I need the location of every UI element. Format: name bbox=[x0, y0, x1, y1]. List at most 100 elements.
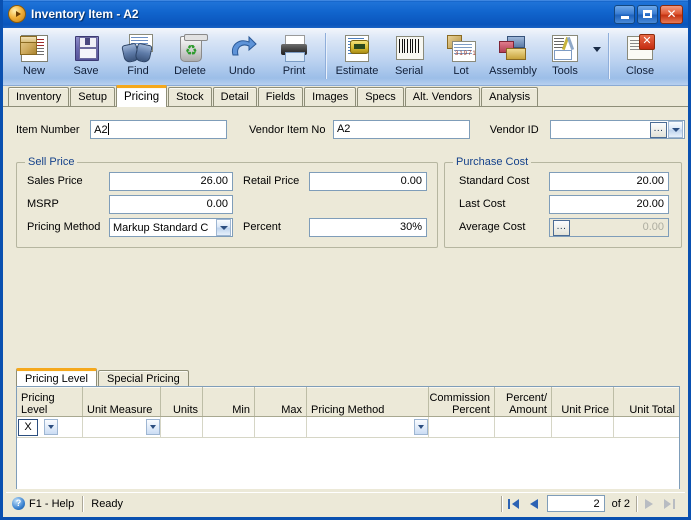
average-cost-lookup-button[interactable]: ... bbox=[553, 219, 570, 236]
cell-pricing-method[interactable] bbox=[307, 417, 429, 437]
toolbar-button-print[interactable]: Print bbox=[268, 31, 320, 84]
toolbar-button-save[interactable]: Save bbox=[60, 31, 112, 84]
record-number-input[interactable]: 2 bbox=[546, 495, 605, 512]
record-total: 2 bbox=[623, 497, 630, 510]
grid-header-commission-percent[interactable]: Commission Percent bbox=[429, 387, 495, 416]
tab-fields[interactable]: Fields bbox=[257, 87, 304, 106]
last-cost-input[interactable]: 20.00 bbox=[549, 195, 669, 214]
grid-header-min[interactable]: Min bbox=[203, 387, 255, 416]
tab-pricing[interactable]: Pricing bbox=[116, 85, 168, 107]
window-title-separator: - bbox=[113, 7, 124, 21]
maximize-button[interactable] bbox=[637, 4, 658, 24]
grid-header-commission-line1: Commission bbox=[429, 392, 490, 404]
row-pricing-method-dropdown-arrow-icon[interactable] bbox=[414, 419, 428, 435]
vendor-id-dropdown-arrow-icon[interactable] bbox=[668, 121, 684, 138]
tab-specs[interactable]: Specs bbox=[357, 87, 404, 106]
status-divider-3 bbox=[636, 495, 637, 512]
tab-stock[interactable]: Stock bbox=[168, 87, 212, 106]
help-label: F1 - Help bbox=[29, 497, 75, 510]
toolbar-button-lot[interactable]: 31971 Lot bbox=[435, 31, 487, 84]
main-toolbar: New Save Find ♻ Delete Undo Print Estima… bbox=[3, 28, 688, 86]
title-bar: Inventory Item - A2 ✕ bbox=[3, 0, 688, 28]
pricing-method-dropdown-arrow-icon[interactable] bbox=[216, 219, 231, 236]
close-window-button[interactable]: ✕ bbox=[660, 4, 683, 24]
toolbar-button-delete[interactable]: ♻ Delete bbox=[164, 31, 216, 84]
unit-measure-dropdown-arrow-icon[interactable] bbox=[146, 419, 160, 435]
cell-min[interactable] bbox=[203, 417, 255, 437]
vendor-id-lookup-button[interactable]: ... bbox=[650, 121, 668, 138]
grid-header-max[interactable]: Max bbox=[255, 387, 307, 416]
cell-max[interactable] bbox=[255, 417, 307, 437]
sell-price-caption: Sell Price bbox=[25, 156, 78, 168]
average-cost-label: Average Cost bbox=[459, 221, 526, 233]
pricing-method-combo[interactable]: Markup Standard C bbox=[109, 218, 233, 237]
toolbar-button-serial[interactable]: Serial bbox=[383, 31, 435, 84]
msrp-label: MSRP bbox=[27, 198, 59, 210]
last-cost-label: Last Cost bbox=[459, 198, 506, 210]
pricing-level-selected-value[interactable]: X bbox=[18, 418, 38, 436]
toolbar-button-undo[interactable]: Undo bbox=[216, 31, 268, 84]
cell-units[interactable] bbox=[161, 417, 203, 437]
toolbar-button-new[interactable]: New bbox=[8, 31, 60, 84]
grid-header-units[interactable]: Units bbox=[161, 387, 203, 416]
sub-tab-pricing-level[interactable]: Pricing Level bbox=[16, 368, 97, 388]
window-title-main: Inventory Item bbox=[31, 7, 114, 21]
grid-header-pricing-level[interactable]: Pricing Level bbox=[17, 387, 83, 416]
text-caret bbox=[107, 123, 109, 135]
grid-header-row: Pricing Level Unit Measure Units Min Max… bbox=[17, 387, 679, 417]
grid-header-min-label: Min bbox=[232, 404, 250, 416]
grid-header-units-label: Units bbox=[172, 404, 198, 416]
vendor-item-no-input[interactable]: A2 bbox=[332, 120, 470, 139]
purchase-cost-group: Purchase Cost Standard Cost 20.00 Last C… bbox=[444, 156, 682, 248]
vendor-id-combo[interactable]: ... bbox=[550, 120, 685, 139]
cell-unit-measure[interactable] bbox=[83, 417, 161, 437]
tab-detail[interactable]: Detail bbox=[212, 87, 257, 106]
pricing-level-grid[interactable]: Pricing Level Unit Measure Units Min Max… bbox=[16, 386, 680, 489]
grid-header-unit-total-label: Unit Total bbox=[629, 404, 675, 416]
retail-price-input[interactable]: 0.00 bbox=[309, 172, 427, 191]
toolbar-label-estimate: Estimate bbox=[335, 65, 379, 77]
vendor-item-no-label: Vendor Item No bbox=[249, 123, 326, 136]
tools-wrench-icon bbox=[550, 31, 580, 64]
cell-commission-percent[interactable] bbox=[429, 417, 495, 437]
msrp-input[interactable]: 0.00 bbox=[109, 195, 233, 214]
minimize-button[interactable] bbox=[614, 4, 635, 24]
toolbar-button-close[interactable]: ✕ Close bbox=[614, 31, 666, 84]
percent-input[interactable]: 30% bbox=[309, 218, 427, 237]
grid-header-percent-amount[interactable]: Percent/ Amount bbox=[495, 387, 552, 416]
previous-record-icon[interactable] bbox=[524, 495, 544, 513]
cell-unit-total[interactable] bbox=[614, 417, 679, 437]
table-row[interactable]: X bbox=[17, 417, 679, 438]
grid-header-unit-price[interactable]: Unit Price bbox=[552, 387, 614, 416]
cell-percent-amount[interactable] bbox=[495, 417, 552, 437]
pricing-method-label: Pricing Method bbox=[27, 221, 101, 233]
item-number-input[interactable]: A2 bbox=[90, 120, 227, 139]
toolbar-button-estimate[interactable]: Estimate bbox=[331, 31, 383, 84]
cell-unit-price[interactable] bbox=[552, 417, 614, 437]
sales-price-input[interactable]: 26.00 bbox=[109, 172, 233, 191]
tab-images[interactable]: Images bbox=[304, 87, 357, 106]
grid-header-commission-line2: Percent bbox=[452, 404, 490, 416]
record-navigator: 2 of 2 bbox=[499, 495, 685, 513]
tab-alt-vendors[interactable]: Alt. Vendors bbox=[404, 87, 481, 106]
grid-header-max-label: Max bbox=[281, 404, 302, 416]
item-number-value: A2 bbox=[94, 124, 108, 136]
tab-setup[interactable]: Setup bbox=[70, 87, 115, 106]
toolbar-button-assembly[interactable]: Assembly bbox=[487, 31, 539, 84]
first-record-icon[interactable] bbox=[504, 495, 524, 513]
tab-analysis[interactable]: Analysis bbox=[481, 87, 539, 106]
grid-header-unit-measure[interactable]: Unit Measure bbox=[83, 387, 161, 416]
grid-header-unit-total[interactable]: Unit Total bbox=[614, 387, 679, 416]
grid-header-pricing-method-label: Pricing Method bbox=[311, 404, 385, 416]
help-hint[interactable]: ? F1 - Help bbox=[6, 495, 80, 513]
average-cost-value: 0.00 bbox=[642, 221, 664, 233]
pricing-level-dropdown-arrow-icon[interactable] bbox=[44, 419, 58, 435]
cell-pricing-level[interactable]: X bbox=[17, 417, 83, 437]
toolbar-label-tools: Tools bbox=[552, 65, 578, 77]
toolbar-button-find[interactable]: Find bbox=[112, 31, 164, 84]
tools-dropdown-arrow-icon[interactable] bbox=[591, 31, 603, 81]
toolbar-button-tools[interactable]: Tools bbox=[539, 31, 591, 84]
grid-header-pricing-method[interactable]: Pricing Method bbox=[307, 387, 429, 416]
tab-inventory[interactable]: Inventory bbox=[8, 87, 70, 106]
standard-cost-input[interactable]: 20.00 bbox=[549, 172, 669, 191]
